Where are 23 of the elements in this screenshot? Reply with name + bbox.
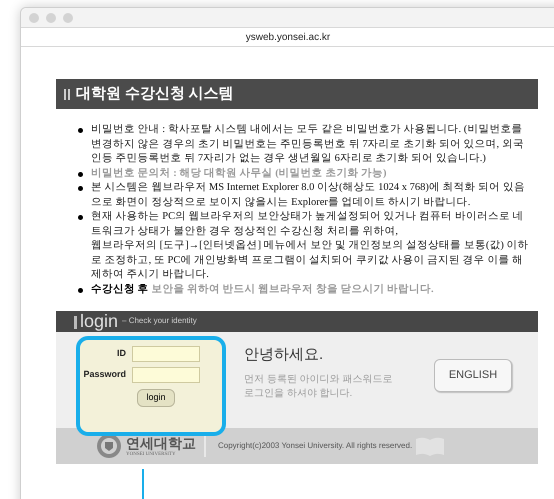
login-button[interactable]: login <box>137 389 174 407</box>
notice-text: 현재 사용하는 PC의 웹브라우저의 보안상태가 높게설정되어 있거나 컴퓨터 바이러스로 네트워크가 상태가 불안한 경우 정상적인 수강신청 처리를 위하여, 웹브라우저의 [도구]→[인터넷옵션] 메뉴에서 보안 및 개인정보의 설정상태를 보통(값) 이하로 조정하고, 또 PC에 개인방화벽 프로그램이 설치되어 쿠키값 사용이 금지된 경우 이를 해제하여 주시기 바랍니다. <box>91 210 530 282</box>
language-button[interactable]: ENGLISH <box>434 359 512 392</box>
leader-line <box>142 469 144 499</box>
field-label: ID <box>116 347 127 360</box>
field-label: Password <box>82 368 127 382</box>
notice-text: 수강신청 후 보안을 위하여 반드시 웹브라우저 창을 닫으시기 바랍니다. <box>91 282 434 296</box>
bar-icon <box>74 316 77 329</box>
input-field[interactable] <box>132 346 200 362</box>
notice-text: 비밀번호 문의처 : 해당 대학원 사무실 (비밀번호 초기화 가능) <box>91 166 386 180</box>
input-field[interactable] <box>132 367 200 383</box>
notice-text: 본 시스템은 웹브라우저 MS Internet Explorer 8.0 이상(해상도 1024 x 768)에 최적화 되어 있음으로 화면이 정상적으로 보이지 않을시는 Explorer를 업데이트 하시기 바랍니다. <box>91 181 526 210</box>
address-bar-url[interactable]: ysweb.yonsei.ac.kr <box>246 30 330 44</box>
login-heading: login <box>80 311 118 331</box>
greeting-text: 안녕하세요. <box>244 345 324 365</box>
notice-text: 비밀번호 안내 : 학사포탈 시스템 내에서는 모두 같은 비밀번호가 사용됩니다. (비밀번호를 변경하지 않은 경우의 초기 비밀번호는 주민등록번호 뒤 7자리로 초기화 되어 있으며, 외국인등 주민등록번호 뒤 7자리가 없는 경우 생년월일 6자리로 초기화 되어 있습니다.) <box>91 123 525 166</box>
login-subheading: – Check your identity <box>122 315 197 327</box>
instruction-text: 먼저 등록된 아이디와 패스워드로 로그인을 하셔야 합니다. <box>244 372 394 400</box>
university-name: 연세대학교 <box>126 436 196 450</box>
page-title: 대학원 수강신청 시스템 <box>76 84 234 104</box>
double-bar-icon <box>64 88 70 100</box>
university-emblem-icon <box>96 433 122 459</box>
copyright-text: Copyright(c)2003 Yonsei University. All rights reserved. <box>218 440 412 452</box>
